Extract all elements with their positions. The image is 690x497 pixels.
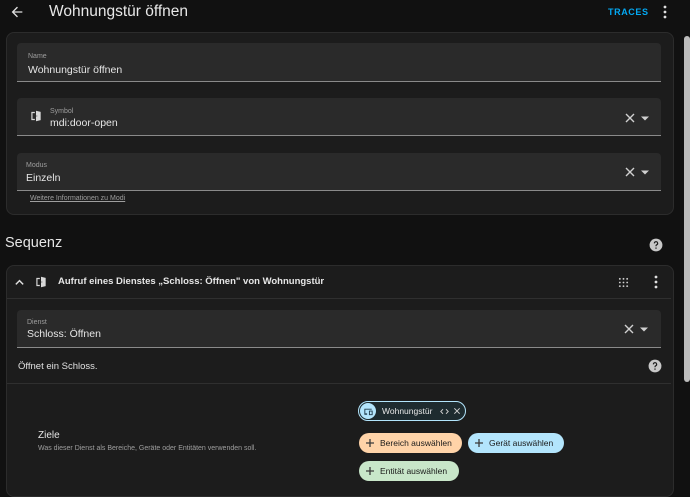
area-select-label: Bereich auswählen [380, 438, 452, 448]
code-icon[interactable] [440, 407, 450, 416]
entity-chip[interactable]: Wohnungstür [358, 401, 466, 421]
automation-settings-card: Name Wohnungstür öffnen Symbol mdi:door-… [6, 32, 674, 215]
area-select-chip[interactable]: Bereich auswählen [359, 433, 462, 453]
drag-handle-icon[interactable] [618, 277, 629, 288]
symbol-field[interactable]: Symbol mdi:door-open [17, 98, 661, 136]
symbol-field-label: Symbol [50, 108, 74, 115]
mode-field-label: Modus [26, 162, 48, 169]
device-select-label: Gerät auswählen [489, 438, 554, 448]
targets-title: Ziele [38, 430, 60, 441]
service-field-label: Dienst [27, 319, 47, 326]
more-vert-icon[interactable] [659, 4, 671, 20]
action-title[interactable]: Aufruf eines Dienstes „Schloss: Öffnen" … [58, 276, 324, 287]
dropdown-icon[interactable] [639, 324, 649, 334]
targets-subtitle: Was dieser Dienst als Bereiche, Geräte o… [38, 445, 257, 452]
help-icon[interactable] [649, 238, 663, 252]
top-app-bar: Wohnungstür öffnen TRACES [0, 0, 690, 24]
action-card [6, 265, 674, 497]
entity-select-label: Entität auswählen [380, 466, 448, 476]
dropdown-icon[interactable] [640, 167, 650, 177]
traces-button[interactable]: TRACES [608, 7, 649, 17]
plus-icon [366, 439, 374, 447]
close-icon[interactable] [623, 323, 635, 335]
mode-info-link[interactable]: Weitere Informationen zu Modi [30, 195, 125, 202]
page-title: Wohnungstür öffnen [49, 3, 189, 20]
service-divider [7, 383, 671, 384]
page-scrollbar[interactable] [684, 36, 690, 382]
close-icon[interactable] [624, 112, 636, 124]
mode-field[interactable]: Modus Einzeln [17, 153, 661, 191]
dropdown-icon[interactable] [640, 113, 650, 123]
symbol-field-value: mdi:door-open [50, 117, 118, 129]
service-description: Öffnet ein Schloss. [18, 361, 98, 372]
name-field-value: Wohnungstür öffnen [28, 64, 123, 76]
plus-icon [475, 439, 483, 447]
more-vert-icon[interactable] [650, 274, 662, 290]
service-field[interactable]: Dienst Schloss: Öffnen [17, 310, 661, 348]
service-field-value: Schloss: Öffnen [27, 328, 101, 340]
entity-chip-label: Wohnungstür [382, 406, 433, 416]
back-arrow-icon[interactable] [9, 4, 25, 20]
mode-field-value: Einzeln [26, 172, 61, 184]
close-icon[interactable] [624, 166, 636, 178]
help-icon[interactable] [648, 359, 662, 373]
devices-icon [360, 403, 376, 419]
entity-select-chip[interactable]: Entität auswählen [359, 461, 459, 481]
door-open-icon [36, 276, 46, 288]
plus-icon [366, 467, 374, 475]
device-select-chip[interactable]: Gerät auswählen [468, 433, 564, 453]
sequence-title: Sequenz [5, 235, 63, 251]
action-header-divider [7, 298, 671, 299]
door-open-icon [31, 110, 41, 122]
name-field[interactable]: Name Wohnungstür öffnen [17, 43, 661, 82]
chevron-up-icon[interactable] [14, 277, 25, 288]
close-icon[interactable] [453, 407, 461, 415]
name-field-label: Name [28, 53, 47, 60]
